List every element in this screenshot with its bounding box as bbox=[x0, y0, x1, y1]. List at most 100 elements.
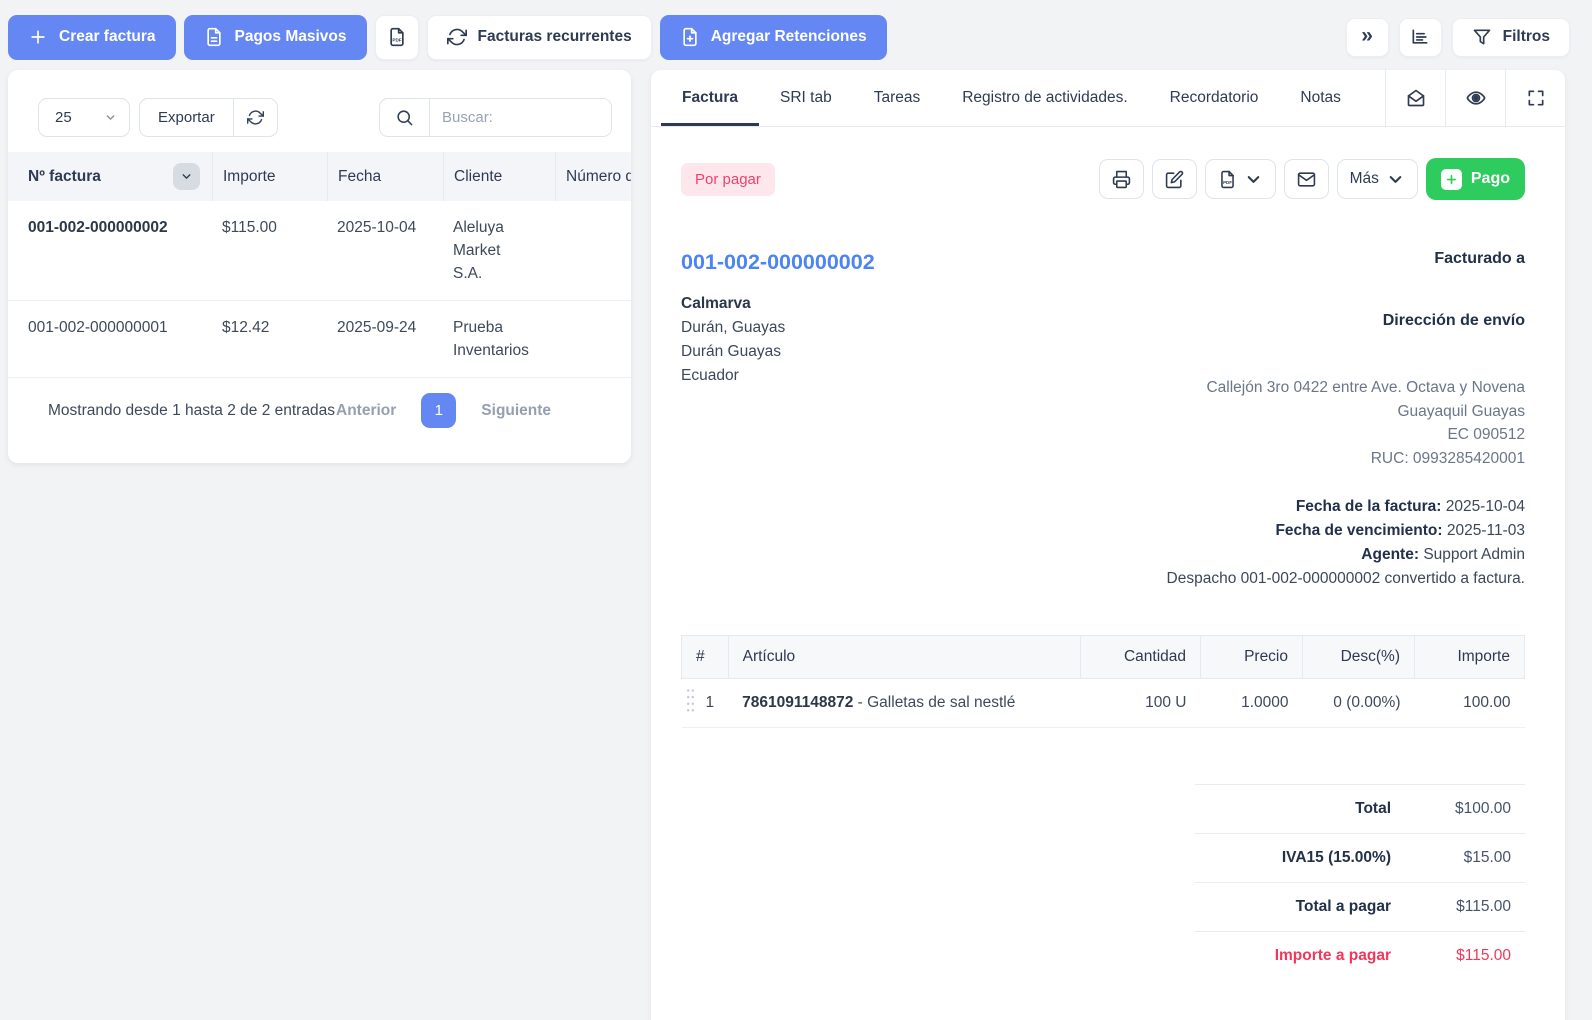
printer-icon bbox=[1112, 170, 1131, 189]
pagination-previous[interactable]: Anterior bbox=[336, 402, 396, 420]
invoice-date: 2025-10-04 bbox=[327, 216, 443, 285]
invoice-header-left: 001-002-000000002 Calmarva Durán, Guayas… bbox=[681, 250, 1140, 591]
column-header-number[interactable]: Nº factura bbox=[8, 152, 212, 201]
items-header-index: # bbox=[682, 636, 729, 679]
export-label: Exportar bbox=[158, 109, 215, 126]
pagination-info: Mostrando desde 1 hasta 2 de 2 entradas bbox=[48, 402, 336, 420]
item-discount: 0 (0.00%) bbox=[1303, 679, 1415, 728]
customer-address-line: Durán Guayas bbox=[681, 340, 1140, 364]
pencil-square-icon bbox=[1165, 170, 1184, 189]
billed-to-label: Facturado a bbox=[1140, 250, 1525, 268]
top-toolbar: Crear factura Pagos Masivos PDF Facturas… bbox=[8, 14, 1570, 60]
item-index: 1 bbox=[706, 694, 715, 711]
invoice-header: 001-002-000000002 Calmarva Durán, Guayas… bbox=[681, 250, 1525, 591]
invoice-detail-panel: Factura SRI tab Tareas Registro de activ… bbox=[651, 70, 1565, 1020]
tab-notas[interactable]: Notas bbox=[1279, 70, 1362, 126]
conversion-note: Despacho 001-002-000000002 convertido a … bbox=[1140, 567, 1525, 591]
total-due-row: Total a pagar $115.00 bbox=[1195, 882, 1525, 931]
export-pdf-button[interactable]: PDF bbox=[375, 15, 419, 60]
item-row: 1 7861091148872 - Galletas de sal nestlé… bbox=[682, 679, 1525, 728]
items-header-discount: Desc(%) bbox=[1303, 636, 1415, 679]
pdf-dropdown-button[interactable]: PDF bbox=[1205, 159, 1276, 199]
item-price: 1.0000 bbox=[1201, 679, 1303, 728]
total-row: Total $100.00 bbox=[1195, 784, 1525, 833]
invoice-number-heading[interactable]: 001-002-000000002 bbox=[681, 250, 1140, 275]
toggle-columns-button[interactable]: » bbox=[1346, 18, 1389, 57]
send-email-button[interactable] bbox=[1284, 159, 1329, 199]
page-size-select[interactable]: 25 bbox=[38, 98, 130, 137]
print-button[interactable] bbox=[1099, 159, 1144, 199]
chevron-down-icon bbox=[104, 111, 117, 124]
envelope-open-icon[interactable] bbox=[1385, 70, 1445, 126]
shipping-address-label: Dirección de envío bbox=[1140, 312, 1525, 330]
add-retentions-button[interactable]: Agregar Retenciones bbox=[660, 15, 887, 60]
toolbar-right-group: » Filtros bbox=[1346, 18, 1570, 57]
invoice-number-link[interactable]: 001-002-000000001 bbox=[8, 316, 212, 362]
search-input[interactable] bbox=[430, 99, 611, 136]
edit-invoice-button[interactable] bbox=[1152, 159, 1197, 199]
tab-registro-actividades[interactable]: Registro de actividades. bbox=[941, 70, 1148, 126]
item-amount: 100.00 bbox=[1415, 679, 1525, 728]
svg-text:PDF: PDF bbox=[392, 38, 401, 43]
chevron-down-icon bbox=[1386, 170, 1405, 189]
due-date-row: Fecha de vencimiento: 2025-11-03 bbox=[1140, 519, 1525, 543]
refresh-icon bbox=[447, 27, 467, 47]
page-size-value: 25 bbox=[55, 109, 72, 126]
recurring-invoices-button[interactable]: Facturas recurrentes bbox=[427, 15, 652, 60]
filters-label: Filtros bbox=[1503, 28, 1550, 46]
column-header-order[interactable]: Número de bbox=[555, 152, 631, 201]
sort-chevron-icon[interactable] bbox=[173, 163, 200, 190]
create-invoice-label: Crear factura bbox=[59, 28, 156, 46]
stats-button[interactable] bbox=[1399, 18, 1442, 57]
tab-sri[interactable]: SRI tab bbox=[759, 70, 853, 126]
customer-block: Calmarva Durán, Guayas Durán Guayas Ecua… bbox=[681, 292, 1140, 388]
table-row[interactable]: 001-002-000000001 $12.42 2025-09-24 Prue… bbox=[8, 301, 631, 378]
invoice-items-table: # Artículo Cantidad Precio Desc(%) Impor… bbox=[681, 635, 1525, 728]
column-header-client[interactable]: Cliente bbox=[443, 152, 555, 201]
list-controls: 25 Exportar bbox=[8, 70, 631, 152]
tab-factura[interactable]: Factura bbox=[661, 70, 759, 126]
export-button[interactable]: Exportar bbox=[140, 99, 233, 136]
customer-address-line: Ecuador bbox=[681, 364, 1140, 388]
search-icon bbox=[380, 99, 430, 136]
eye-icon[interactable] bbox=[1445, 70, 1505, 126]
invoice-header-right: Facturado a Dirección de envío Callejón … bbox=[1140, 250, 1525, 591]
customer-name: Calmarva bbox=[681, 292, 1140, 316]
add-payment-button[interactable]: Pago bbox=[1426, 158, 1525, 200]
shipping-address-line: Callejón 3ro 0422 entre Ave. Octava y No… bbox=[1140, 376, 1525, 400]
column-header-date[interactable]: Fecha bbox=[327, 152, 443, 201]
tab-recordatorio[interactable]: Recordatorio bbox=[1149, 70, 1280, 126]
drag-handle-icon[interactable] bbox=[686, 688, 695, 719]
list-table-header: Nº factura Importe Fecha Cliente Número … bbox=[8, 152, 631, 201]
invoice-client: Aleluya Market S.A. bbox=[443, 216, 555, 285]
invoice-amount: $12.42 bbox=[212, 316, 327, 362]
status-row: Por pagar PDF Más bbox=[681, 158, 1525, 200]
amount-due-row: Importe a pagar $115.00 bbox=[1195, 931, 1525, 980]
pagination-next[interactable]: Siguiente bbox=[481, 402, 551, 420]
bulk-payments-button[interactable]: Pagos Masivos bbox=[184, 15, 367, 60]
table-row[interactable]: 001-002-000000002 $115.00 2025-10-04 Ale… bbox=[8, 201, 631, 301]
funnel-icon bbox=[1472, 27, 1492, 47]
more-dropdown-button[interactable]: Más bbox=[1337, 159, 1418, 199]
items-header-article: Artículo bbox=[728, 636, 1080, 679]
invoice-number-link[interactable]: 001-002-000000002 bbox=[8, 216, 212, 285]
invoice-date: 2025-09-24 bbox=[327, 316, 443, 362]
payment-label: Pago bbox=[1471, 170, 1510, 188]
recurring-invoices-label: Facturas recurrentes bbox=[478, 28, 632, 46]
tax-row: IVA15 (15.00%) $15.00 bbox=[1195, 833, 1525, 882]
items-header-quantity: Cantidad bbox=[1081, 636, 1201, 679]
create-invoice-button[interactable]: Crear factura bbox=[8, 15, 176, 60]
shipping-address-line: EC 090512 bbox=[1140, 423, 1525, 447]
column-header-amount[interactable]: Importe bbox=[212, 152, 327, 201]
pagination-page-1[interactable]: 1 bbox=[421, 393, 456, 428]
pagination: Mostrando desde 1 hasta 2 de 2 entradas … bbox=[8, 393, 631, 428]
tab-tareas[interactable]: Tareas bbox=[853, 70, 942, 126]
refresh-table-button[interactable] bbox=[233, 99, 277, 136]
detail-tabbar: Factura SRI tab Tareas Registro de activ… bbox=[651, 70, 1565, 127]
filters-button[interactable]: Filtros bbox=[1452, 18, 1570, 57]
invoice-client: Prueba Inventarios bbox=[443, 316, 555, 362]
fullscreen-icon[interactable] bbox=[1505, 70, 1565, 126]
invoice-amount: $115.00 bbox=[212, 216, 327, 285]
invoice-meta-block: Fecha de la factura: 2025-10-04 Fecha de… bbox=[1140, 495, 1525, 591]
more-label: Más bbox=[1350, 170, 1379, 188]
